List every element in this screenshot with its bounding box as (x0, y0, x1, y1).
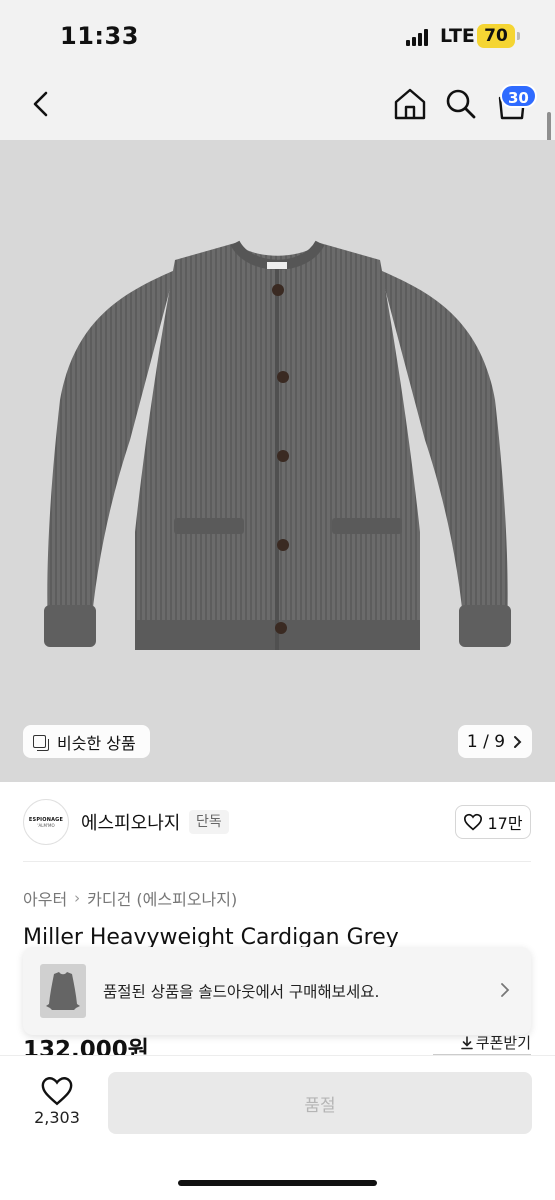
battery-tip (517, 32, 520, 40)
home-icon[interactable] (390, 84, 430, 124)
breadcrumb: 아우터 › 카디건 (에스피오나지) (23, 886, 237, 910)
cardigan-illustration (44, 240, 511, 650)
heart-icon[interactable] (40, 1075, 74, 1107)
download-icon (460, 1035, 473, 1049)
battery-icon: 70 (477, 24, 515, 48)
divider (23, 861, 531, 862)
chevron-right-icon (514, 735, 522, 748)
brand-logo[interactable]: ESPIONAGE 'ALM'MO (23, 799, 69, 845)
home-indicator[interactable] (178, 1180, 377, 1186)
banner-text: 품절된 상품을 솔드아웃에서 구매해보세요. (103, 983, 380, 1001)
network-label: LTE (440, 25, 475, 47)
coupon-button[interactable]: 쿠폰받기 (433, 1031, 531, 1055)
banner-thumbnail (40, 964, 86, 1018)
brand-like-button[interactable]: 17만 (455, 805, 531, 839)
exclusive-badge: 단독 (189, 810, 229, 834)
product-like-count: 2,303 (34, 1108, 80, 1127)
image-counter-button[interactable]: 1 / 9 (458, 725, 532, 758)
heart-icon (464, 813, 483, 831)
back-arrow-icon[interactable] (22, 84, 62, 124)
status-bar: 11:33 LTE 70 (0, 0, 555, 72)
product-image[interactable] (0, 140, 555, 782)
breadcrumb-subcategory[interactable]: 카디건 (에스피오나지) (87, 886, 237, 910)
similar-items-icon (33, 733, 50, 751)
soldout-banner[interactable]: 품절된 상품을 솔드아웃에서 구매해보세요. (23, 947, 531, 1035)
coupon-label: 쿠폰받기 (475, 1034, 531, 1052)
brand-like-count: 17만 (487, 814, 523, 833)
search-icon[interactable] (441, 84, 481, 124)
soldout-button[interactable]: 품절 (108, 1072, 532, 1134)
brand-logo-subtext: 'ALM'MO (37, 822, 55, 828)
status-time: 11:33 (60, 22, 139, 50)
chevron-right-icon (495, 980, 515, 1000)
breadcrumb-category[interactable]: 아우터 (23, 886, 67, 910)
image-counter: 1 / 9 (466, 731, 506, 752)
brand-name[interactable]: 에스피오나지 (81, 809, 180, 835)
similar-items-button[interactable]: 비슷한 상품 (23, 725, 150, 758)
cart-count-badge: 30 (500, 84, 537, 108)
similar-items-label: 비슷한 상품 (57, 733, 136, 753)
signal-icon (406, 28, 430, 46)
chevron-right-icon: › (74, 889, 81, 907)
nav-bar (0, 72, 555, 140)
